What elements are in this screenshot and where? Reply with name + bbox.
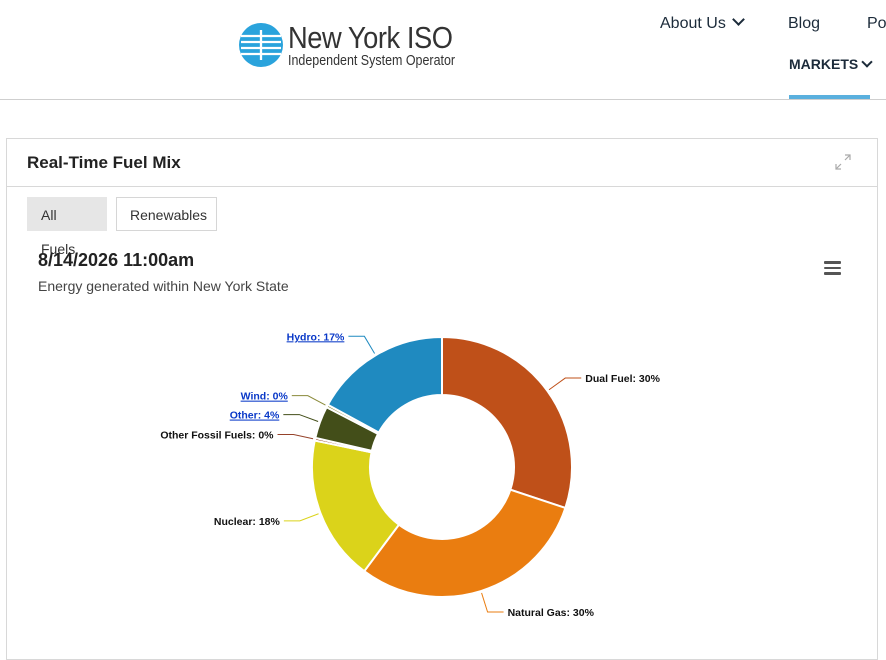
nyiso-logo-icon <box>239 23 283 67</box>
nav-markets-label: MARKETS <box>789 56 859 72</box>
chevron-down-icon <box>731 13 745 26</box>
connector-hydro <box>348 335 376 354</box>
logo-name: New York ISO <box>288 19 453 55</box>
nav-blog[interactable]: Blog <box>788 15 820 33</box>
active-nav-underline <box>789 95 870 99</box>
nav-item-truncated[interactable]: Po <box>867 15 886 33</box>
nav-markets[interactable]: MARKETS <box>789 56 873 72</box>
fuel-mix-widget: Real-Time Fuel Mix All Fuels Renewables … <box>6 138 878 660</box>
chevron-down-icon <box>861 56 873 68</box>
connector-other <box>283 414 319 422</box>
label-nuclear: Nuclear: 18% <box>214 516 281 528</box>
nav-about-label: About Us <box>660 15 726 32</box>
label-dual-fuel: Dual Fuel: 30% <box>585 373 660 385</box>
label-hydro[interactable]: Hydro: 17% <box>287 331 345 343</box>
connector-dual-fuel <box>548 377 582 391</box>
connector-wind <box>291 395 326 406</box>
logo-subtitle: Independent System Operator <box>288 52 456 69</box>
site-header: New York ISO Independent System Operator… <box>0 0 886 100</box>
label-other[interactable]: Other: 4% <box>230 410 280 422</box>
slice-natural-gas[interactable] <box>362 488 567 598</box>
fuel-mix-donut-chart: Dual Fuel: 30% Natural Gas: 30% Nuclear: 1… <box>160 331 660 619</box>
connector-other-fossil-fuels <box>277 433 314 440</box>
label-wind[interactable]: Wind: 0% <box>241 391 289 403</box>
nav-about-us[interactable]: About Us <box>660 13 745 33</box>
label-natural-gas: Natural Gas: 30% <box>508 607 595 619</box>
slice-dual-fuel[interactable] <box>441 335 573 510</box>
connector-natural-gas <box>481 592 504 613</box>
nyiso-logo[interactable]: New York ISO Independent System Operator <box>238 21 482 69</box>
connector-nuclear <box>283 513 319 522</box>
label-other-fossil-fuels: Other Fossil Fuels: 0% <box>160 429 274 441</box>
